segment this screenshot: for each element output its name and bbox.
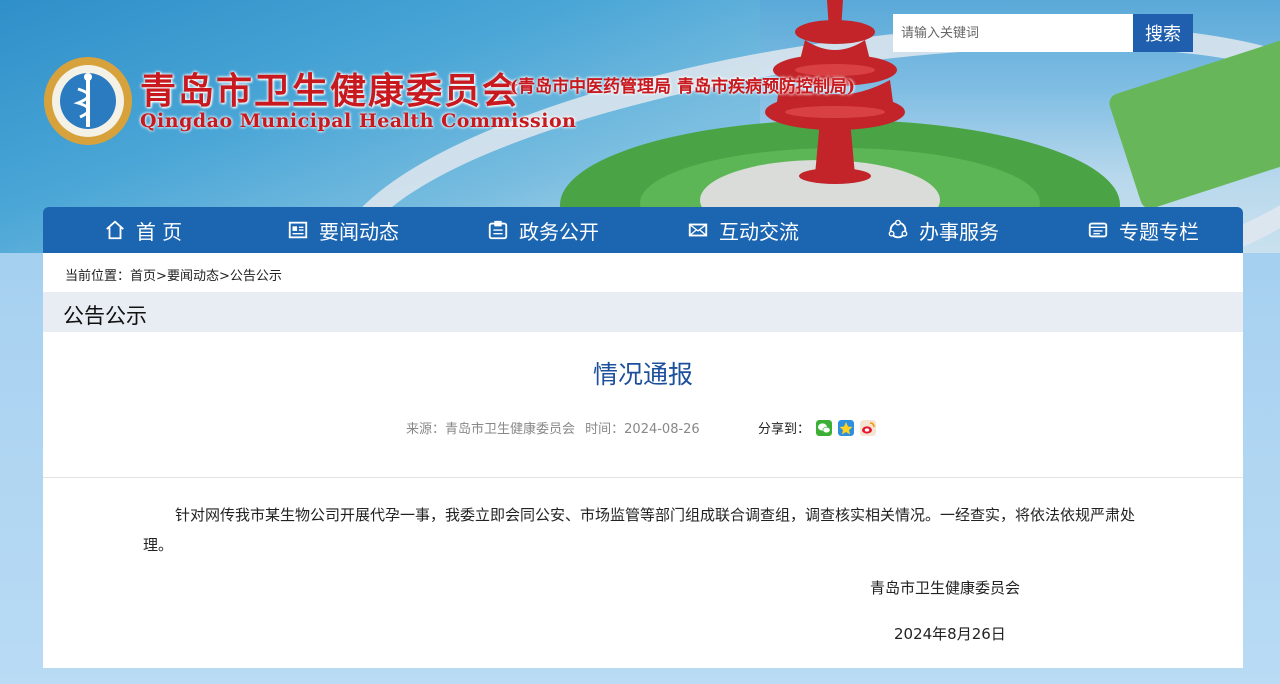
breadcrumb-link-home[interactable]: 首页 xyxy=(130,269,156,284)
nav-item-label: 要闻动态 xyxy=(319,219,399,244)
nav-item-topics[interactable]: 专题专栏 xyxy=(1043,207,1243,253)
interaction-icon xyxy=(688,223,708,237)
main-nav: 首 页 要闻动态 政务公开 互动交流 办事服务 专题专栏 xyxy=(43,207,1243,253)
nav-item-label: 互动交流 xyxy=(719,219,799,244)
home-icon xyxy=(105,220,124,240)
section-header: 公告公示 xyxy=(43,292,1243,332)
share-bar: 分享到： xyxy=(758,418,877,437)
nav-item-label: 首 页 xyxy=(135,219,183,244)
nav-item-home[interactable]: 首 页 xyxy=(43,207,243,253)
article-body: 针对网传我市某生物公司开展代孕一事，我委立即会同公安、市场监管等部门组成联合调查… xyxy=(143,506,1136,554)
article-title: 情况通报 xyxy=(592,360,693,389)
site-title-en: Qingdao Municipal Health Commission xyxy=(140,110,577,132)
article-time: 时间：2024-08-26 xyxy=(585,422,700,437)
article-signature: 青岛市卫生健康委员会 xyxy=(870,579,1021,597)
qzone-icon[interactable] xyxy=(838,419,855,436)
news-icon xyxy=(288,221,308,239)
divider xyxy=(43,477,1243,478)
breadcrumb-separator: > xyxy=(218,269,230,284)
article-date: 2024年8月26日 xyxy=(894,625,1006,643)
nav-item-government-affairs[interactable]: 政务公开 xyxy=(443,207,643,253)
breadcrumb-separator: > xyxy=(156,269,167,284)
service-icon xyxy=(888,219,908,239)
content-panel: 当前位置：首页>要闻动态>公告公示 公告公示 情况通报 来源：青岛市卫生健康委员… xyxy=(43,253,1243,668)
commission-logo xyxy=(44,57,132,145)
site-subtitle: (青岛市中医药管理局 青岛市疾病预防控制局) xyxy=(510,77,856,97)
breadcrumb-link-announcements[interactable]: 公告公示 xyxy=(230,269,282,284)
topic-icon xyxy=(1088,222,1108,238)
nav-item-interaction[interactable]: 互动交流 xyxy=(643,207,843,253)
search-button[interactable]: 搜索 xyxy=(1133,14,1193,52)
nav-item-label: 办事服务 xyxy=(919,219,999,244)
document-icon xyxy=(488,220,508,240)
wechat-icon[interactable] xyxy=(816,419,833,436)
breadcrumb: 当前位置：首页>要闻动态>公告公示 xyxy=(65,265,282,284)
breadcrumb-prefix: 当前位置： xyxy=(65,269,131,284)
article-meta: 来源：青岛市卫生健康委员会 时间：2024-08-26 xyxy=(406,418,706,437)
site-title-cn: 青岛市卫生健康委员会 xyxy=(140,70,521,112)
nav-item-news[interactable]: 要闻动态 xyxy=(243,207,443,253)
section-title: 公告公示 xyxy=(63,304,147,328)
article-source: 来源：青岛市卫生健康委员会 xyxy=(406,422,576,437)
breadcrumb-link-news[interactable]: 要闻动态 xyxy=(167,269,219,284)
search-input[interactable] xyxy=(893,14,1133,52)
nav-item-services[interactable]: 办事服务 xyxy=(843,207,1043,253)
nav-item-label: 专题专栏 xyxy=(1119,219,1199,244)
share-label: 分享到： xyxy=(758,422,811,437)
weibo-icon[interactable] xyxy=(860,419,877,436)
nav-item-label: 政务公开 xyxy=(519,219,599,244)
search-box: 搜索 xyxy=(893,14,1193,52)
